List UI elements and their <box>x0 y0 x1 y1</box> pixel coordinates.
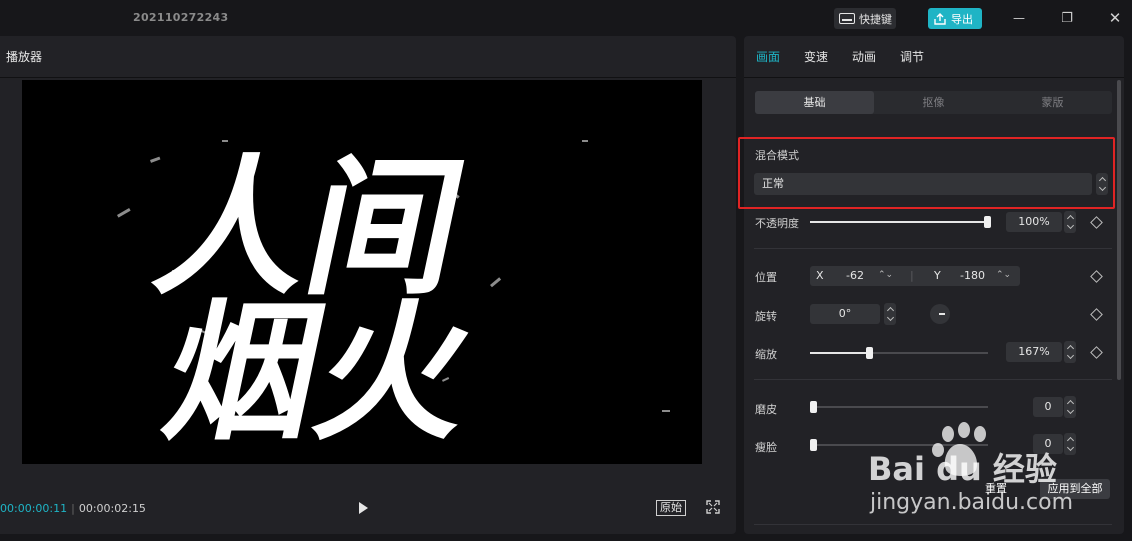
video-title-art: 人间 烟火 <box>142 141 488 461</box>
time-separator: | <box>71 502 75 515</box>
rotation-value[interactable]: 0° <box>810 304 880 324</box>
close-button[interactable]: ✕ <box>1104 7 1126 29</box>
opacity-slider[interactable] <box>810 216 991 228</box>
tab-adjust[interactable]: 调节 <box>900 48 924 65</box>
opacity-slider-fill <box>810 221 988 223</box>
chevron-down-icon <box>1066 221 1074 230</box>
scale-keyframe-icon[interactable] <box>1090 346 1103 359</box>
scale-value[interactable]: 167% <box>1006 342 1062 362</box>
original-ratio-button[interactable]: 原始 <box>656 500 686 516</box>
scale-slider-handle[interactable] <box>866 347 873 359</box>
smooth-skin-stepper[interactable] <box>1064 396 1076 418</box>
maximize-icon: ❐ <box>1061 10 1073 26</box>
smooth-skin-slider[interactable] <box>810 401 988 413</box>
rotation-keyframe-icon[interactable] <box>1090 308 1103 321</box>
total-time: 00:00:02:15 <box>78 502 146 515</box>
position-y-label: Y <box>934 269 941 282</box>
smooth-skin-slider-handle[interactable] <box>810 401 817 413</box>
position-x-stepper[interactable]: ⌃⌄ <box>878 265 893 285</box>
position-y-value[interactable]: -180 <box>960 266 985 286</box>
position-label: 位置 <box>755 271 777 284</box>
project-title: 202110272243 <box>133 11 229 24</box>
close-icon: ✕ <box>1108 9 1122 27</box>
position-x-label: X <box>816 269 824 282</box>
subtab-mask[interactable]: 蒙版 <box>993 91 1112 114</box>
chevron-down-icon <box>1066 351 1074 360</box>
tab-animation[interactable]: 动画 <box>852 48 876 65</box>
opacity-label: 不透明度 <box>755 217 799 230</box>
video-text-line2: 烟火 <box>151 286 488 461</box>
position-separator: | <box>910 269 914 282</box>
player-header: 播放器 <box>0 36 736 78</box>
opacity-value[interactable]: 100% <box>1006 212 1062 232</box>
smooth-skin-label: 磨皮 <box>755 403 777 416</box>
export-icon <box>934 12 946 25</box>
subtab-basic[interactable]: 基础 <box>755 91 874 114</box>
face-slim-label: 瘦脸 <box>755 441 777 454</box>
scrollbar[interactable] <box>1117 80 1121 380</box>
timecode: 00:00:00:11 | 00:00:02:15 <box>0 502 146 515</box>
divider <box>754 379 1112 380</box>
opacity-slider-handle[interactable] <box>984 216 991 228</box>
chevron-down-icon <box>1066 406 1074 415</box>
video-frame: 人间 烟火 <box>117 140 670 461</box>
fullscreen-icon[interactable] <box>706 500 720 514</box>
chevron-down-icon <box>886 313 894 322</box>
baidu-watermark: Bai du 经验 jingyan.baidu.com <box>860 420 1120 530</box>
subtab-cutout[interactable]: 抠像 <box>874 91 993 114</box>
export-label: 导出 <box>951 12 973 26</box>
face-slim-slider-handle[interactable] <box>810 439 817 451</box>
player-panel: 播放器 人间 烟火 00:00:00:11 | 00:00:02:15 原始 <box>0 36 736 534</box>
minimize-icon: — <box>1013 11 1025 25</box>
position-y-stepper[interactable]: ⌃⌄ <box>996 265 1011 285</box>
export-button[interactable]: 导出 <box>928 8 982 29</box>
watermark-url: jingyan.baidu.com <box>870 490 1074 515</box>
blend-mode-highlight <box>738 137 1115 209</box>
maximize-button[interactable]: ❐ <box>1056 7 1078 29</box>
scale-label: 缩放 <box>755 348 777 361</box>
play-icon[interactable] <box>355 500 371 516</box>
rotation-stepper[interactable] <box>884 303 896 325</box>
scale-slider-fill <box>810 352 869 354</box>
watermark-logo-text: Bai du 经验 <box>868 450 1057 488</box>
shortcut-button[interactable]: 快捷键 <box>834 8 896 29</box>
rotation-label: 旋转 <box>755 310 777 323</box>
minimize-button[interactable]: — <box>1008 7 1030 29</box>
property-tabs: 画面 变速 动画 调节 <box>744 36 1124 78</box>
title-bar: 202110272243 快捷键 导出 — ❐ ✕ <box>0 0 1132 36</box>
shortcut-label: 快捷键 <box>859 12 892 26</box>
position-x-value[interactable]: -62 <box>846 266 864 286</box>
divider <box>754 248 1112 249</box>
scale-stepper[interactable] <box>1064 341 1076 363</box>
tab-speed[interactable]: 变速 <box>804 48 828 65</box>
current-time: 00:00:00:11 <box>0 502 68 515</box>
opacity-keyframe-icon[interactable] <box>1090 216 1103 229</box>
smooth-skin-value[interactable]: 0 <box>1033 397 1063 417</box>
video-preview[interactable]: 人间 烟火 <box>22 80 702 464</box>
scale-slider[interactable] <box>810 347 988 359</box>
position-xy-box: X -62 ⌃⌄ | Y -180 ⌃⌄ <box>810 266 1020 286</box>
player-title: 播放器 <box>6 50 43 64</box>
opacity-stepper[interactable] <box>1064 211 1076 233</box>
tab-picture[interactable]: 画面 <box>756 48 780 65</box>
rotation-dial[interactable] <box>930 304 950 324</box>
sub-tabs: 基础 抠像 蒙版 <box>755 91 1112 114</box>
keyboard-icon <box>839 13 855 24</box>
position-keyframe-icon[interactable] <box>1090 270 1103 283</box>
